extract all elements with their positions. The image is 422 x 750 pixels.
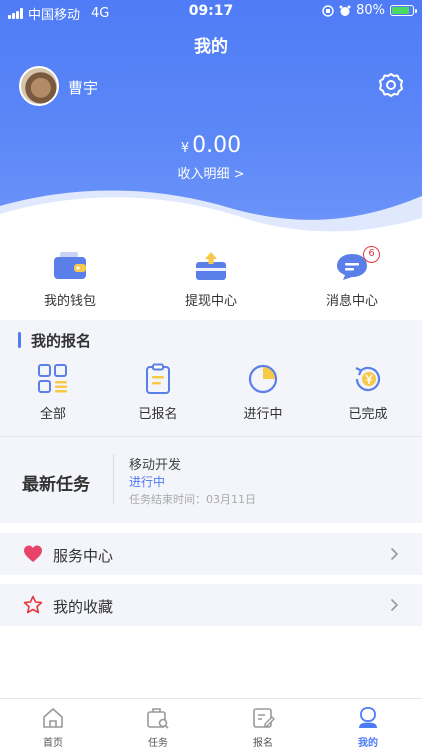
balance-amount: ¥0.00 [0, 133, 422, 158]
task-status: 进行中 [129, 475, 166, 489]
quick-action-label: 消息中心 [325, 294, 378, 309]
wallet-icon [54, 252, 86, 279]
tab-label: 我的 [358, 738, 378, 749]
chevron-right-icon [390, 547, 399, 561]
profile-header: 中国移动 4G 09:17 80% 我的 曹宇 ¥0.00 收入明细 > [0, 0, 422, 240]
battery-icon [390, 5, 417, 16]
section-title-text: 我的报名 [31, 331, 92, 350]
grid-list-icon [38, 364, 67, 393]
header-wave [0, 190, 422, 240]
quick-action-label: 我的钱包 [43, 294, 96, 309]
home-icon [43, 708, 63, 728]
registration-all[interactable]: 全部 [13, 363, 93, 422]
username[interactable]: 曹宇 [68, 77, 98, 98]
balance-value: 0.00 [192, 133, 242, 158]
latest-task-heading: 最新任务 [22, 475, 90, 495]
registration-label: 已完成 [348, 407, 388, 422]
registration-signed-up[interactable]: 已报名 [118, 363, 198, 422]
quick-action-label: 提现中心 [184, 294, 237, 309]
section-title: 我的报名 [18, 330, 91, 350]
menu-my-favorites[interactable]: 我的收藏 [0, 584, 422, 626]
yen-refresh-icon [355, 366, 381, 392]
latest-task-card[interactable]: 最新任务 移动开发 进行中 任务结束时间：03月11日 [0, 437, 422, 523]
chevron-right-icon [390, 598, 399, 612]
profile-icon [359, 707, 377, 728]
message-badge: 6 [363, 246, 380, 263]
menu-label: 服务中心 [53, 547, 114, 565]
tab-tasks[interactable]: 任务 [123, 706, 193, 749]
pie-progress-icon [248, 364, 278, 394]
tab-signup[interactable]: 报名 [228, 706, 298, 749]
star-icon [23, 595, 43, 614]
registration-label: 进行中 [243, 407, 283, 422]
menu-label: 我的收藏 [53, 598, 114, 616]
tab-label: 首页 [43, 738, 63, 749]
avatar[interactable] [19, 66, 59, 106]
quick-action-withdraw[interactable]: 提现中心 [161, 250, 261, 309]
my-registration-card: 我的报名 全部 已报名 进行中 已完成 [0, 320, 422, 436]
quick-action-wallet[interactable]: 我的钱包 [20, 250, 120, 309]
latest-task-divider [113, 454, 114, 504]
task-name: 移动开发 [129, 458, 182, 473]
withdraw-icon [196, 252, 226, 280]
tab-home[interactable]: 首页 [18, 706, 88, 749]
task-end-time: 任务结束时间：03月11日 [129, 493, 256, 506]
registration-completed[interactable]: 已完成 [328, 363, 408, 422]
orientation-lock-icon [322, 4, 334, 17]
quick-action-messages[interactable]: 6 消息中心 [302, 246, 402, 309]
settings-gear-icon[interactable] [377, 71, 405, 99]
heart-icon [24, 545, 42, 562]
menu-service-center[interactable]: 服务中心 [0, 533, 422, 575]
bottom-tab-bar: 首页 任务 报名 我的 [0, 698, 422, 750]
registration-in-progress[interactable]: 进行中 [223, 363, 303, 422]
clipboard-icon [146, 363, 170, 394]
registration-label: 已报名 [138, 407, 178, 422]
tab-profile[interactable]: 我的 [333, 706, 403, 749]
battery-percent: 80% [356, 3, 385, 18]
page-title: 我的 [194, 37, 228, 57]
tab-label: 报名 [253, 738, 273, 749]
task-icon [147, 708, 169, 729]
currency-symbol: ¥ [180, 141, 190, 156]
registration-label: 全部 [39, 407, 66, 422]
section-accent-bar [18, 332, 21, 348]
signup-icon [253, 708, 275, 728]
alarm-icon [339, 5, 351, 16]
tab-label: 任务 [148, 738, 168, 749]
status-bar: 中国移动 4G 09:17 80% [0, 0, 422, 23]
quick-actions: 我的钱包 提现中心 6 消息中心 [0, 240, 422, 320]
